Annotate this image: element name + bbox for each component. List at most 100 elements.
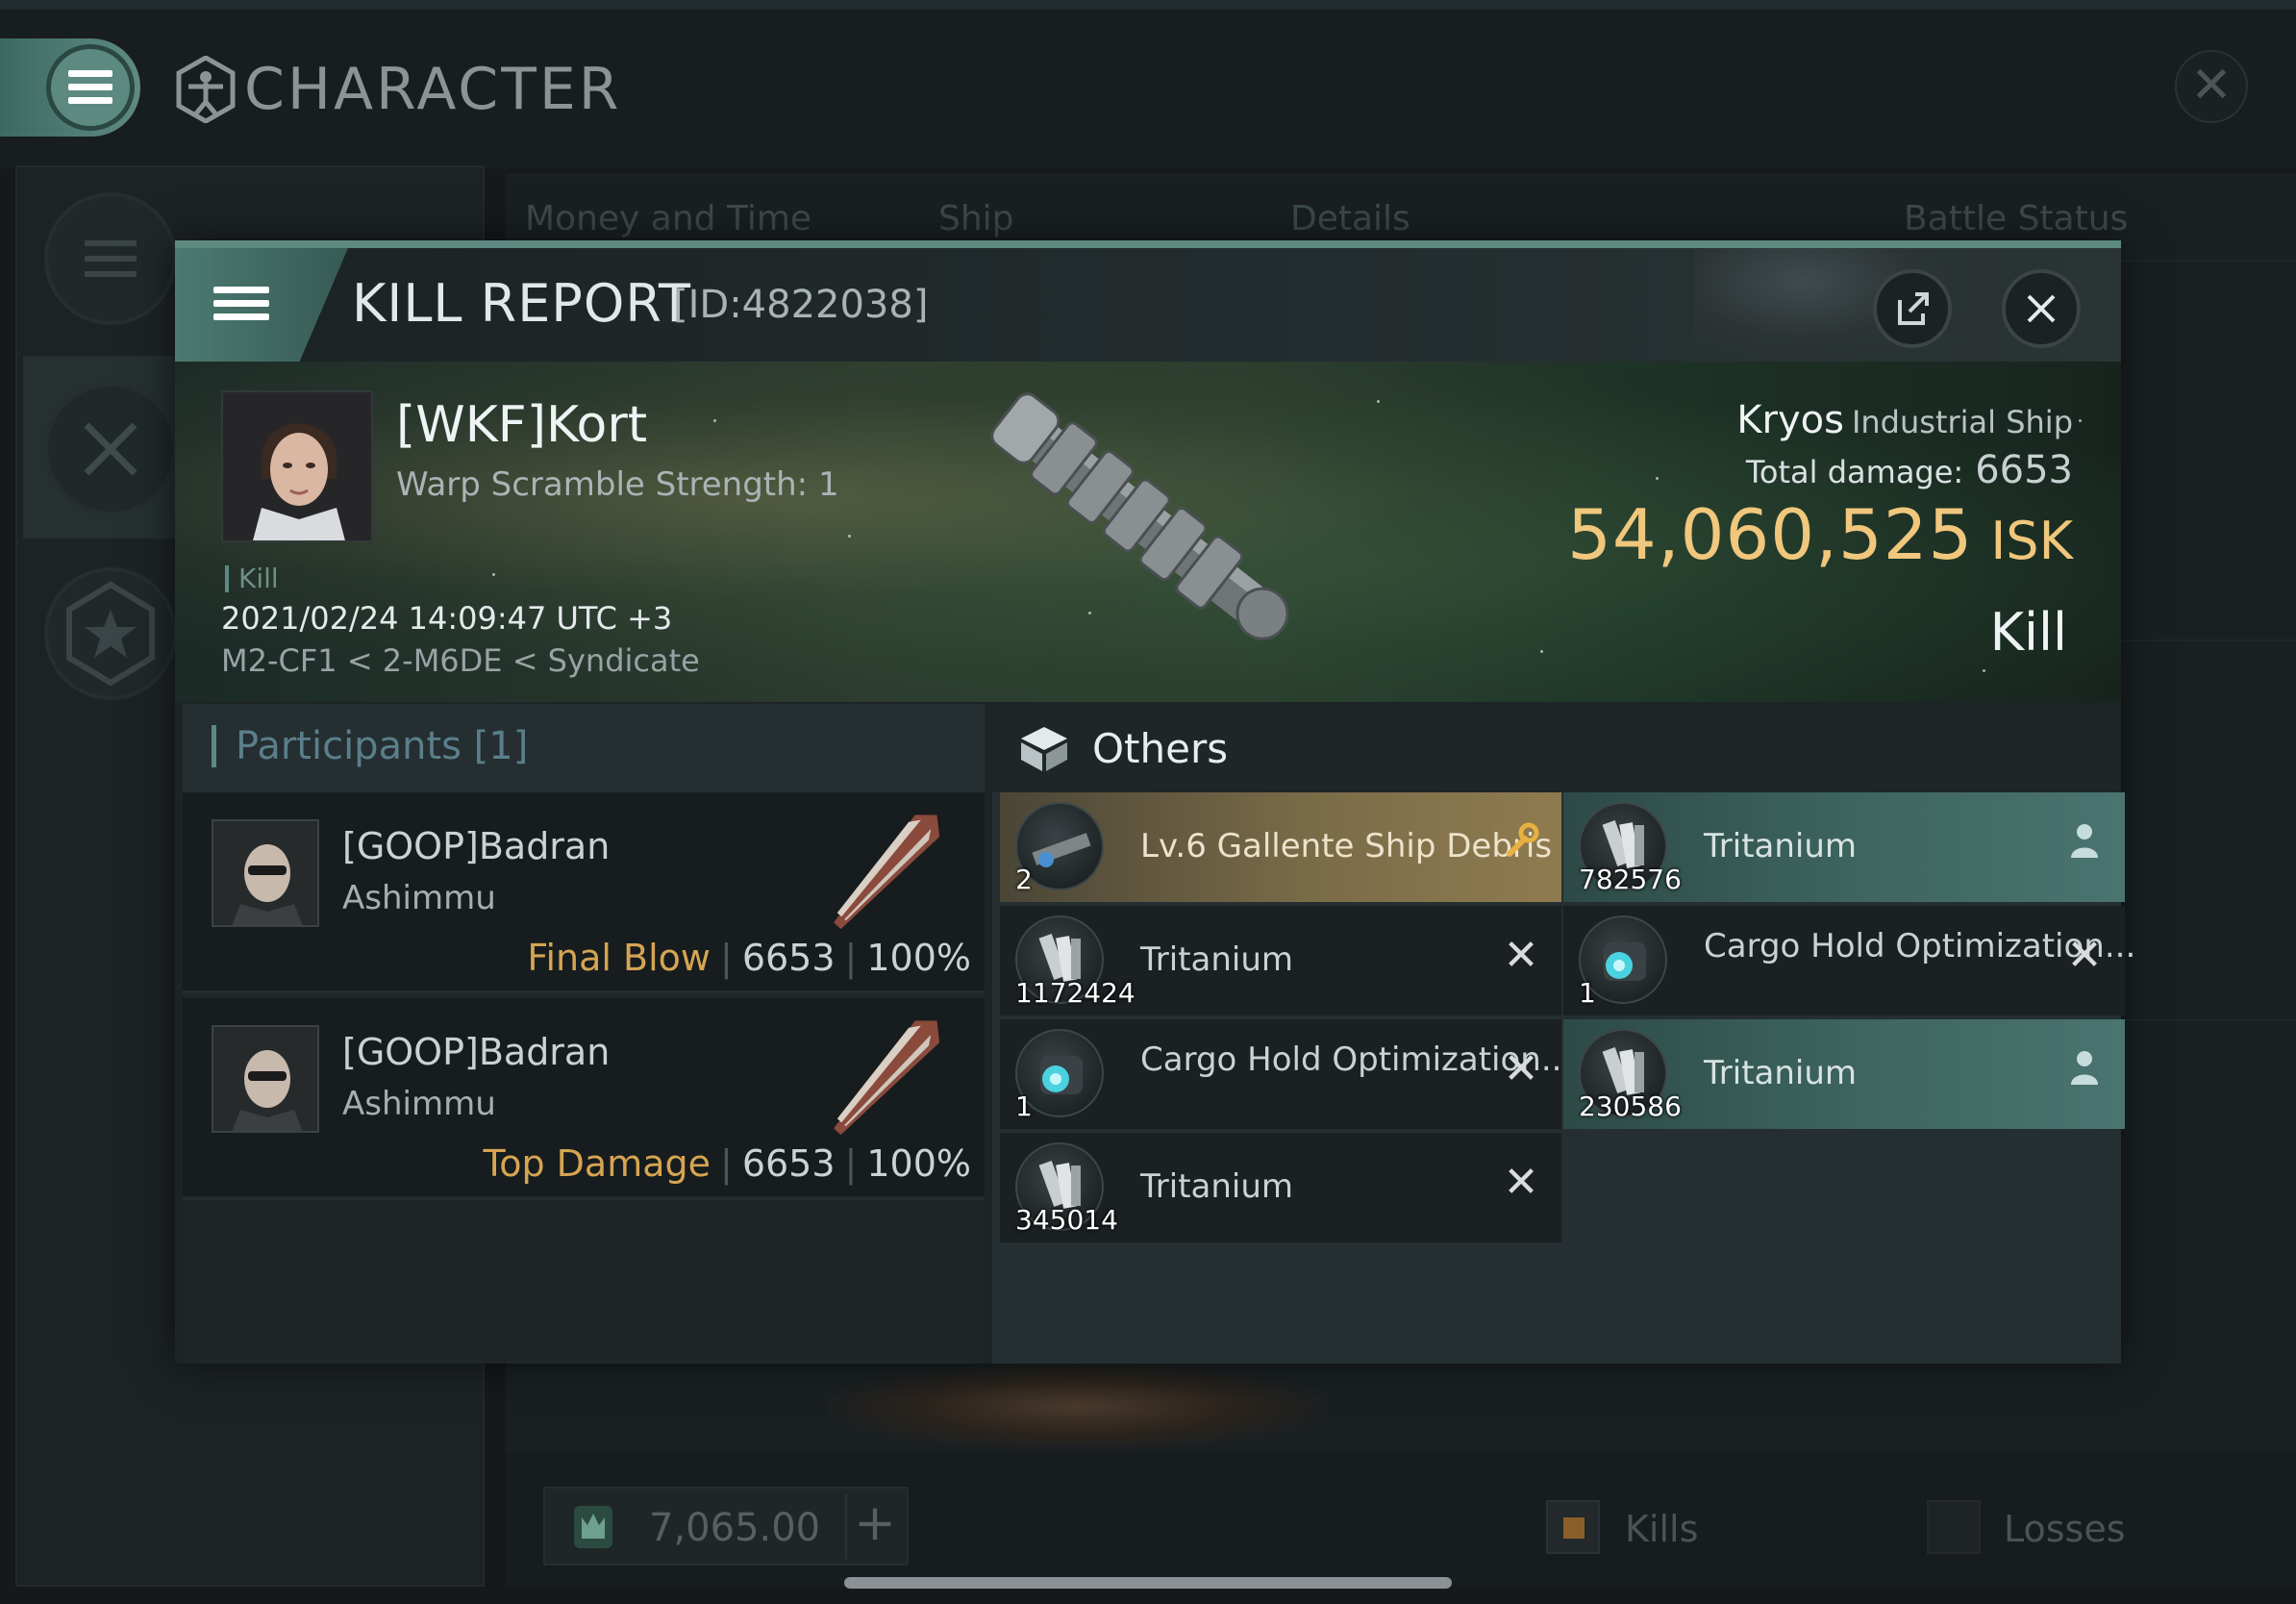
tab-battle-status[interactable]: Battle Status [1904,199,2128,238]
participant-name: [GOOP]Badran [342,825,611,867]
dialog-close-button[interactable] [2002,269,2081,348]
losses-legend-swatch [1927,1500,1981,1554]
participant-damage: 6653 [741,937,836,979]
participant-avatar[interactable] [212,1025,319,1133]
isk-amount: 54,060,525 [1567,494,1974,575]
victim-subtitle: Warp Scramble Strength: 1 [396,465,839,504]
participant-avatar[interactable] [212,819,319,927]
loot-quantity: 230586 [1579,1090,1682,1122]
others-title: Others [1092,725,1229,772]
loot-item[interactable]: 1172424 Tritanium ✕ [1000,906,1561,1015]
sidebar-battle-button[interactable] [44,383,177,515]
x-icon: ✕ [1503,1044,1539,1093]
loot-quantity: 782576 [1579,864,1682,895]
kill-report-dialog: KILL REPORT [ID:4822038] [WKF]Kort Warp … [175,240,2135,1364]
external-link-icon [1898,292,1929,325]
participant-name: [GOOP]Badran [342,1031,611,1073]
total-damage: Total damage: 6653 [1746,448,2073,492]
kill-location: M2-CF1 < 2-M6DE < Syndicate [221,642,700,679]
x-icon: ✕ [1503,931,1539,980]
loot-quantity: 1 [1579,977,1596,1009]
crossed-swords-icon [84,422,137,476]
participant-ship: Ashimmu [342,879,496,917]
participant-role: Top Damage [483,1142,711,1185]
participant-row[interactable]: [GOOP]Badran Ashimmu Top Damage | 6653 | 100… [183,998,985,1200]
participant-ship-image [834,1020,940,1136]
x-icon: ✕ [2066,931,2103,980]
participant-portrait-image [213,1027,317,1131]
result-label: Kill [1989,602,2067,663]
dialog-title: KILL REPORT [352,273,691,334]
participant-percent: 100% [866,937,971,979]
app-close-button[interactable]: ✕ [2175,50,2248,123]
participant-percent: 100% [866,1142,971,1185]
wrench-icon [1500,821,1542,864]
kill-report-id: [ID:4822038] [673,283,929,327]
participant-stats: Top Damage | 6653 | 100% [483,1142,971,1185]
loot-name: Tritanium [1704,1054,1858,1092]
isk-value: 54,060,525 ISK [1567,494,2073,575]
kill-datetime: 2021/02/24 14:09:47 UTC +3 [221,600,673,637]
participant-stats: Final Blow | 6653 | 100% [527,937,971,979]
kill-type-tag: Kill [225,565,279,592]
loot-name: Tritanium [1704,827,1858,865]
background-ship-image [827,1364,1327,1450]
victim-name: [WKF]Kort [396,396,648,454]
x-icon: ✕ [1503,1158,1539,1207]
close-icon: ✕ [2190,57,2233,114]
participant-role: Final Blow [527,937,711,979]
horizontal-scrollbar[interactable] [844,1577,1452,1589]
tab-details[interactable]: Details [1290,199,1410,238]
participant-row[interactable]: [GOOP]Badran Ashimmu Final Blow | 6653 | 100… [183,792,985,994]
list-icon [85,240,137,277]
hamburger-icon [213,287,269,321]
participants-header: Participants [1] [183,704,985,792]
add-balance-button[interactable]: + [845,1494,903,1560]
victim-portrait[interactable] [221,390,373,542]
loot-quantity: 345014 [1015,1204,1118,1236]
participant-ship: Ashimmu [342,1085,496,1123]
share-button[interactable] [1873,269,1952,348]
loot-item[interactable]: 782576 Tritanium [1563,792,2125,902]
crown-icon [574,1506,612,1548]
loot-item[interactable]: 1 Cargo Hold Optimization... ✕ [1000,1019,1572,1129]
loot-name: Tritanium [1140,1167,1294,1206]
cargo-box-icon [1021,727,1067,771]
participant-ship-image [834,815,940,930]
loot-item[interactable]: 345014 Tritanium ✕ [1000,1133,1561,1242]
tab-ship[interactable]: Ship [938,199,1014,238]
main-menu-circle [46,44,135,131]
main-menu-button[interactable] [0,38,140,137]
total-damage-value: 6653 [1975,448,2073,492]
losses-legend-label: Losses [2004,1508,2126,1550]
kills-legend-label: Kills [1625,1508,1699,1550]
participant-damage: 6653 [741,1142,836,1185]
close-icon [2027,294,2056,323]
loot-item[interactable]: 230586 Tritanium [1563,1019,2125,1129]
others-panel: Others 2 Lv.6 Gallente Ship Debris 782576 T… [992,704,2135,1364]
plus-icon: + [854,1494,896,1552]
total-damage-label: Total damage: [1745,454,1964,490]
balance-value: 7,065.00 [649,1506,821,1550]
balance-box: 7,065.00 + [543,1487,909,1566]
ship-type: Kryos [1736,398,1844,442]
sidebar-favorites-button[interactable] [44,567,177,700]
tab-money-and-time[interactable]: Money and Time [525,199,811,238]
loot-quantity: 1172424 [1015,977,1136,1009]
page-title: CHARACTER [244,56,622,123]
vitruvian-man-icon [176,56,236,123]
loot-item[interactable]: 1 Cargo Hold Optimization... ✕ [1563,906,2135,1015]
ship-class: Industrial Ship [1851,404,2073,440]
ship-image [990,392,1289,640]
loot-quantity: 2 [1015,864,1033,895]
participants-panel: Participants [1] [GOOP]Badran Ashimmu Fi… [183,704,985,1364]
ship-name: Kryos Industrial Ship [1736,398,2073,442]
loot-name: Tritanium [1140,940,1294,979]
participant-portrait-image [213,821,317,925]
isk-unit: ISK [1990,511,2073,571]
sidebar-list-button[interactable] [44,192,177,325]
person-icon [2063,1048,2106,1090]
participants-title: Participants [1] [212,725,528,767]
hamburger-icon [68,70,112,105]
loot-item[interactable]: 2 Lv.6 Gallente Ship Debris [1000,792,1561,902]
